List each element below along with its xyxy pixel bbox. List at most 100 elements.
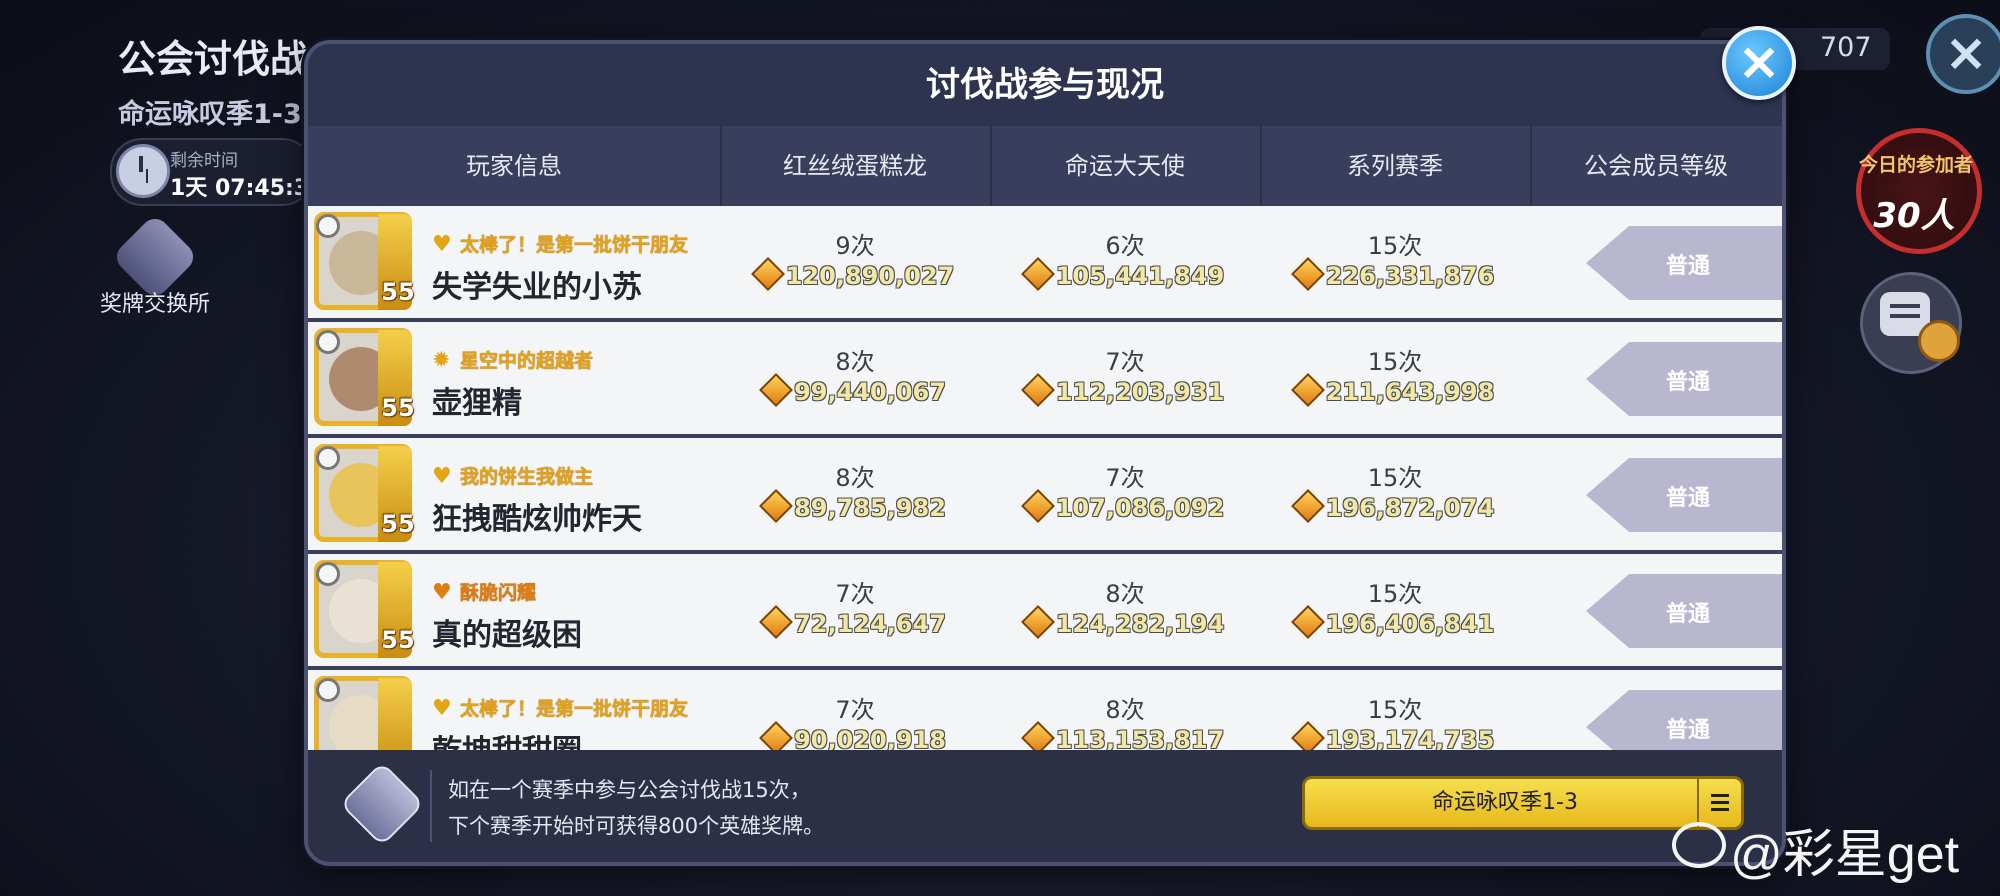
player-title: 太棒了！是第一批饼干朋友 <box>460 234 689 256</box>
hero-medal-icon <box>339 761 425 847</box>
boss2-score-value: 105,441,849 <box>1055 262 1225 290</box>
boss2-count: 8次 <box>1105 696 1145 724</box>
table-row[interactable]: 55 ♥ 我的饼生我做主 狂拽酷炫帅炸天 8次 89,785,982 7次 10… <box>308 438 1782 550</box>
rank-label: 普通 <box>1665 486 1710 511</box>
page-title: 公会讨伐战 <box>118 37 309 81</box>
season-count: 15次 <box>1367 696 1423 724</box>
heart-icon: ♥ <box>432 464 452 489</box>
boss1-score: 120,890,027 <box>720 257 990 291</box>
boss2-count: 8次 <box>1105 580 1145 608</box>
boss2-score-value: 112,203,931 <box>1055 378 1225 406</box>
level-tag <box>378 678 412 750</box>
medal-exchange-label[interactable]: 奖牌交换所 <box>100 286 210 318</box>
damage-icon <box>1020 489 1055 523</box>
player-title: 星空中的超越者 <box>460 350 594 372</box>
status-dot-icon <box>316 446 340 470</box>
heart-icon: ♥ <box>432 696 452 721</box>
boss1-score-value: 120,890,027 <box>785 262 955 290</box>
season-score: 196,872,074 <box>1260 489 1530 523</box>
close-icon[interactable]: × <box>1926 14 2000 94</box>
player-name: 乾坤甜甜圈 <box>432 726 582 750</box>
season-select-label: 命运咏叹季1-3 <box>1432 790 1578 815</box>
boss2-count: 7次 <box>1105 348 1145 376</box>
player-name: 狂拽酷炫帅炸天 <box>432 502 642 537</box>
season-select-button[interactable]: 命运咏叹季1-3 <box>1302 776 1744 830</box>
season-subtitle: 命运咏叹季1-3 <box>118 99 302 130</box>
season-count: 15次 <box>1367 464 1423 492</box>
footer-line-1: 如在一个赛季中参与公会讨伐战15次， <box>448 778 811 802</box>
weibo-logo-icon <box>1672 822 1726 868</box>
season-score-value: 193,174,735 <box>1325 726 1495 750</box>
boss2-count: 7次 <box>1105 464 1145 492</box>
boss1-score-value: 72,124,647 <box>794 610 946 638</box>
rank-label: 普通 <box>1665 602 1710 627</box>
boss2-score: 107,086,092 <box>990 489 1260 523</box>
column-boss-1: 红丝绒蛋糕龙 <box>720 126 992 206</box>
participants-label: 今日的参加者 <box>1858 154 1973 176</box>
season-score-value: 226,331,876 <box>1325 262 1495 290</box>
player-title: 酥脆闪耀 <box>460 582 537 604</box>
table-row[interactable]: 55 ♥ 太棒了！是第一批饼干朋友 失学失业的小苏 9次 120,890,027… <box>308 206 1782 318</box>
status-dot-icon <box>316 214 340 238</box>
heart-icon: ♥ <box>432 580 452 605</box>
boss1-score: 72,124,647 <box>720 605 990 639</box>
table-header: 玩家信息 红丝绒蛋糕龙 命运大天使 系列赛季 公会成员等级 <box>308 126 1782 206</box>
currency-value: 707 <box>1820 32 1872 63</box>
damage-icon <box>759 489 794 523</box>
damage-icon <box>1290 489 1325 523</box>
boss1-score-value: 99,440,067 <box>794 378 946 406</box>
player-level: 55 <box>381 626 415 654</box>
boss2-score: 105,441,849 <box>990 257 1260 291</box>
star-title-icon: ✹ <box>432 348 451 373</box>
player-level: 55 <box>381 510 415 538</box>
footer-line-2: 下个赛季开始时可获得800个英雄奖牌。 <box>448 814 825 838</box>
heart-icon: ♥ <box>432 232 452 257</box>
column-boss-2: 命运大天使 <box>990 126 1262 206</box>
boss1-count: 7次 <box>835 580 875 608</box>
close-icon[interactable]: × <box>1722 26 1796 100</box>
rank-label: 普通 <box>1665 718 1710 743</box>
status-dot-icon <box>316 330 340 354</box>
season-score: 211,643,998 <box>1260 373 1530 407</box>
member-list[interactable]: 55 ♥ 太棒了！是第一批饼干朋友 失学失业的小苏 9次 120,890,027… <box>308 206 1782 750</box>
season-score-value: 196,872,074 <box>1325 494 1495 522</box>
timer-value: 1天 07:45:31 <box>170 176 325 201</box>
damage-icon <box>759 373 794 407</box>
participation-modal: 讨伐战参与现况 玩家信息 红丝绒蛋糕龙 命运大天使 系列赛季 公会成员等级 55… <box>304 40 1786 866</box>
boss1-score: 99,440,067 <box>720 373 990 407</box>
table-row[interactable]: 55 ♥ 酥脆闪耀 真的超级困 7次 72,124,647 8次 124,282… <box>308 554 1782 666</box>
boss1-count: 9次 <box>835 232 875 260</box>
season-count: 15次 <box>1367 580 1423 608</box>
damage-icon <box>1290 257 1325 291</box>
table-row[interactable]: ♥ 太棒了！是第一批饼干朋友 乾坤甜甜圈 7次 90,020,918 8次 11… <box>308 670 1782 750</box>
column-member-rank: 公会成员等级 <box>1584 152 1728 180</box>
modal-footer: 如在一个赛季中参与公会讨伐战15次， 下个赛季开始时可获得800个英雄奖牌。 命… <box>308 750 1782 862</box>
damage-icon <box>759 721 794 750</box>
boss1-score-value: 89,785,982 <box>794 494 946 522</box>
damage-icon <box>1020 605 1055 639</box>
damage-icon <box>1290 373 1325 407</box>
boss1-count: 7次 <box>835 696 875 724</box>
status-dot-icon <box>316 678 340 702</box>
boss2-count: 6次 <box>1105 232 1145 260</box>
footer-info: 如在一个赛季中参与公会讨伐战15次， 下个赛季开始时可获得800个英雄奖牌。 <box>448 772 824 844</box>
season-count: 15次 <box>1367 232 1423 260</box>
damage-icon <box>750 257 785 291</box>
player-name: 壶狸精 <box>432 386 522 421</box>
rank-label: 普通 <box>1665 254 1710 279</box>
column-series-season: 系列赛季 <box>1260 126 1532 206</box>
player-level: 55 <box>381 278 415 306</box>
table-row[interactable]: 55 ✹ 星空中的超越者 壶狸精 8次 99,440,067 7次 112,20… <box>308 322 1782 434</box>
boss2-score: 112,203,931 <box>990 373 1260 407</box>
timer-label: 剩余时间 <box>170 151 238 171</box>
player-level: 55 <box>381 394 415 422</box>
column-player-info: 玩家信息 <box>308 126 722 206</box>
season-score-value: 196,406,841 <box>1325 610 1495 638</box>
player-name: 失学失业的小苏 <box>432 270 642 305</box>
status-dot-icon <box>316 562 340 586</box>
boss2-score-value: 113,153,817 <box>1055 726 1225 750</box>
boss1-score: 90,020,918 <box>720 721 990 750</box>
season-score: 196,406,841 <box>1260 605 1530 639</box>
damage-icon <box>1290 605 1325 639</box>
damage-icon <box>759 605 794 639</box>
